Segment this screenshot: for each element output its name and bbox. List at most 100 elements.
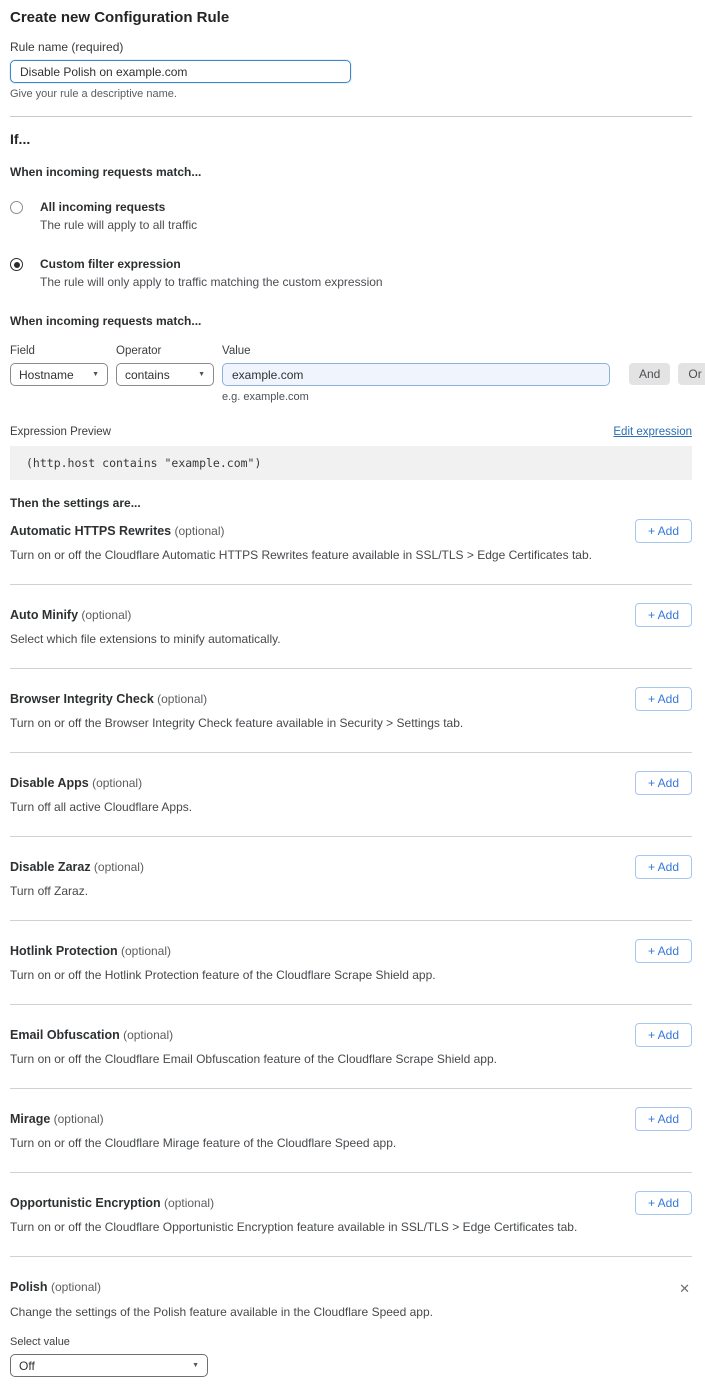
setting-name: Email Obfuscation (10, 1028, 120, 1042)
radio-option-label: All incoming requests (40, 200, 197, 214)
setting-name: Browser Integrity Check (10, 692, 154, 706)
radio-option-description: The rule will only apply to traffic matc… (40, 275, 383, 289)
optional-label: (optional) (89, 776, 142, 790)
radio-option-label: Custom filter expression (40, 257, 383, 271)
field-select-value: Hostname (19, 368, 74, 382)
rule-name-label: Rule name (required) (10, 40, 692, 54)
setting-description: Turn on or off the Cloudflare Opportunis… (10, 1220, 692, 1234)
operator-label: Operator (116, 345, 214, 357)
optional-label: (optional) (50, 1112, 103, 1126)
field-label: Field (10, 345, 108, 357)
setting-name: Mirage (10, 1112, 50, 1126)
if-heading: If... (10, 131, 692, 147)
add-auto-minify-button[interactable]: + Add (635, 603, 692, 627)
setting-row-polish: Polish (optional) ✕ Change the settings … (10, 1257, 692, 1399)
value-hint: e.g. example.com (222, 391, 610, 403)
polish-header: Polish (optional) ✕ (10, 1280, 692, 1295)
setting-description: Turn on or off the Cloudflare Mirage fea… (10, 1136, 692, 1150)
page-title: Create new Configuration Rule (10, 0, 692, 26)
add-opportunistic-encryption-button[interactable]: + Add (635, 1191, 692, 1215)
match-heading: When incoming requests match... (10, 165, 692, 179)
setting-title: Hotlink Protection (optional) (10, 944, 692, 958)
setting-name: Polish (10, 1280, 48, 1294)
setting-description: Turn on or off the Browser Integrity Che… (10, 716, 692, 730)
operator-select-value: contains (125, 368, 170, 382)
close-icon[interactable]: ✕ (679, 1282, 690, 1295)
radio-option-custom-filter-expression[interactable]: Custom filter expression The rule will o… (10, 257, 692, 289)
optional-label: (optional) (51, 1280, 101, 1294)
setting-row-auto-minify: Auto Minify (optional) Select which file … (10, 585, 692, 669)
optional-label: (optional) (78, 608, 131, 622)
operator-column: Operator contains ▼ (116, 345, 214, 386)
setting-row-disable-apps: Disable Apps (optional) Turn off all acti… (10, 753, 692, 837)
setting-title: Disable Apps (optional) (10, 776, 692, 790)
setting-description: Turn on or off the Hotlink Protection fe… (10, 968, 692, 982)
setting-row-email-obfuscation: Email Obfuscation (optional) Turn on or o… (10, 1005, 692, 1089)
setting-description: Select which file extensions to minify a… (10, 632, 692, 646)
expression-preview-row: Expression Preview Edit expression (10, 426, 692, 438)
polish-value-select[interactable]: Off ▼ (10, 1354, 208, 1377)
add-email-obfuscation-button[interactable]: + Add (635, 1023, 692, 1047)
optional-label: (optional) (161, 1196, 214, 1210)
setting-name: Opportunistic Encryption (10, 1196, 161, 1210)
radio-button[interactable] (10, 201, 23, 214)
section-divider (10, 116, 692, 117)
rule-name-helper: Give your rule a descriptive name. (10, 88, 692, 100)
setting-title: Mirage (optional) (10, 1112, 692, 1126)
add-disable-apps-button[interactable]: + Add (635, 771, 692, 795)
polish-select-value: Off (19, 1359, 35, 1373)
edit-expression-link[interactable]: Edit expression (613, 426, 692, 438)
add-mirage-button[interactable]: + Add (635, 1107, 692, 1131)
value-label: Value (222, 345, 610, 357)
radio-option-all-incoming-requests[interactable]: All incoming requests The rule will appl… (10, 200, 692, 232)
setting-name: Automatic HTTPS Rewrites (10, 524, 171, 538)
setting-description: Turn on or off the Cloudflare Automatic … (10, 548, 692, 562)
setting-description: Turn off all active Cloudflare Apps. (10, 800, 692, 814)
setting-row-hotlink-protection: Hotlink Protection (optional) Turn on or … (10, 921, 692, 1005)
optional-label: (optional) (154, 692, 207, 706)
chevron-down-icon: ▼ (192, 1362, 199, 1369)
select-value-label: Select value (10, 1336, 692, 1348)
field-column: Field Hostname ▼ (10, 345, 108, 386)
expression-builder-row: Field Hostname ▼ Operator contains ▼ Val… (10, 345, 692, 403)
create-configuration-rule-page: Create new Configuration Rule Rule name … (0, 0, 705, 1399)
setting-name: Disable Apps (10, 776, 89, 790)
setting-row-mirage: Mirage (optional) Turn on or off the Clou… (10, 1089, 692, 1173)
expression-builder-heading: When incoming requests match... (10, 314, 692, 328)
radio-button[interactable] (10, 258, 23, 271)
add-browser-integrity-check-button[interactable]: + Add (635, 687, 692, 711)
chevron-down-icon: ▼ (92, 371, 99, 378)
setting-description: Change the settings of the Polish featur… (10, 1305, 692, 1319)
settings-list: Automatic HTTPS Rewrites (optional) Turn … (10, 510, 692, 1257)
setting-description: Turn on or off the Cloudflare Email Obfu… (10, 1052, 692, 1066)
value-input[interactable] (222, 363, 610, 386)
conjunction-buttons: And Or (621, 363, 705, 385)
setting-name: Disable Zaraz (10, 860, 91, 874)
setting-row-disable-zaraz: Disable Zaraz (optional) Turn off Zaraz. +… (10, 837, 692, 921)
optional-label: (optional) (91, 860, 144, 874)
or-button[interactable]: Or (678, 363, 705, 385)
expression-preview-code: (http.host contains "example.com") (10, 446, 692, 480)
optional-label: (optional) (120, 1028, 173, 1042)
operator-select[interactable]: contains ▼ (116, 363, 214, 386)
optional-label: (optional) (118, 944, 171, 958)
expression-preview-label: Expression Preview (10, 426, 111, 438)
setting-title: Auto Minify (optional) (10, 608, 692, 622)
add-disable-zaraz-button[interactable]: + Add (635, 855, 692, 879)
and-button[interactable]: And (629, 363, 670, 385)
setting-title: Disable Zaraz (optional) (10, 860, 692, 874)
optional-label: (optional) (171, 524, 224, 538)
setting-title: Polish (optional) (10, 1280, 101, 1294)
setting-title: Browser Integrity Check (optional) (10, 692, 692, 706)
add-automatic-https-rewrites-button[interactable]: + Add (635, 519, 692, 543)
setting-row-automatic-https-rewrites: Automatic HTTPS Rewrites (optional) Turn … (10, 510, 692, 585)
setting-row-opportunistic-encryption: Opportunistic Encryption (optional) Turn … (10, 1173, 692, 1257)
setting-title: Email Obfuscation (optional) (10, 1028, 692, 1042)
setting-description: Turn off Zaraz. (10, 884, 692, 898)
radio-option-description: The rule will apply to all traffic (40, 218, 197, 232)
rule-name-input[interactable] (10, 60, 351, 83)
setting-title: Opportunistic Encryption (optional) (10, 1196, 692, 1210)
field-select[interactable]: Hostname ▼ (10, 363, 108, 386)
add-hotlink-protection-button[interactable]: + Add (635, 939, 692, 963)
setting-name: Hotlink Protection (10, 944, 118, 958)
